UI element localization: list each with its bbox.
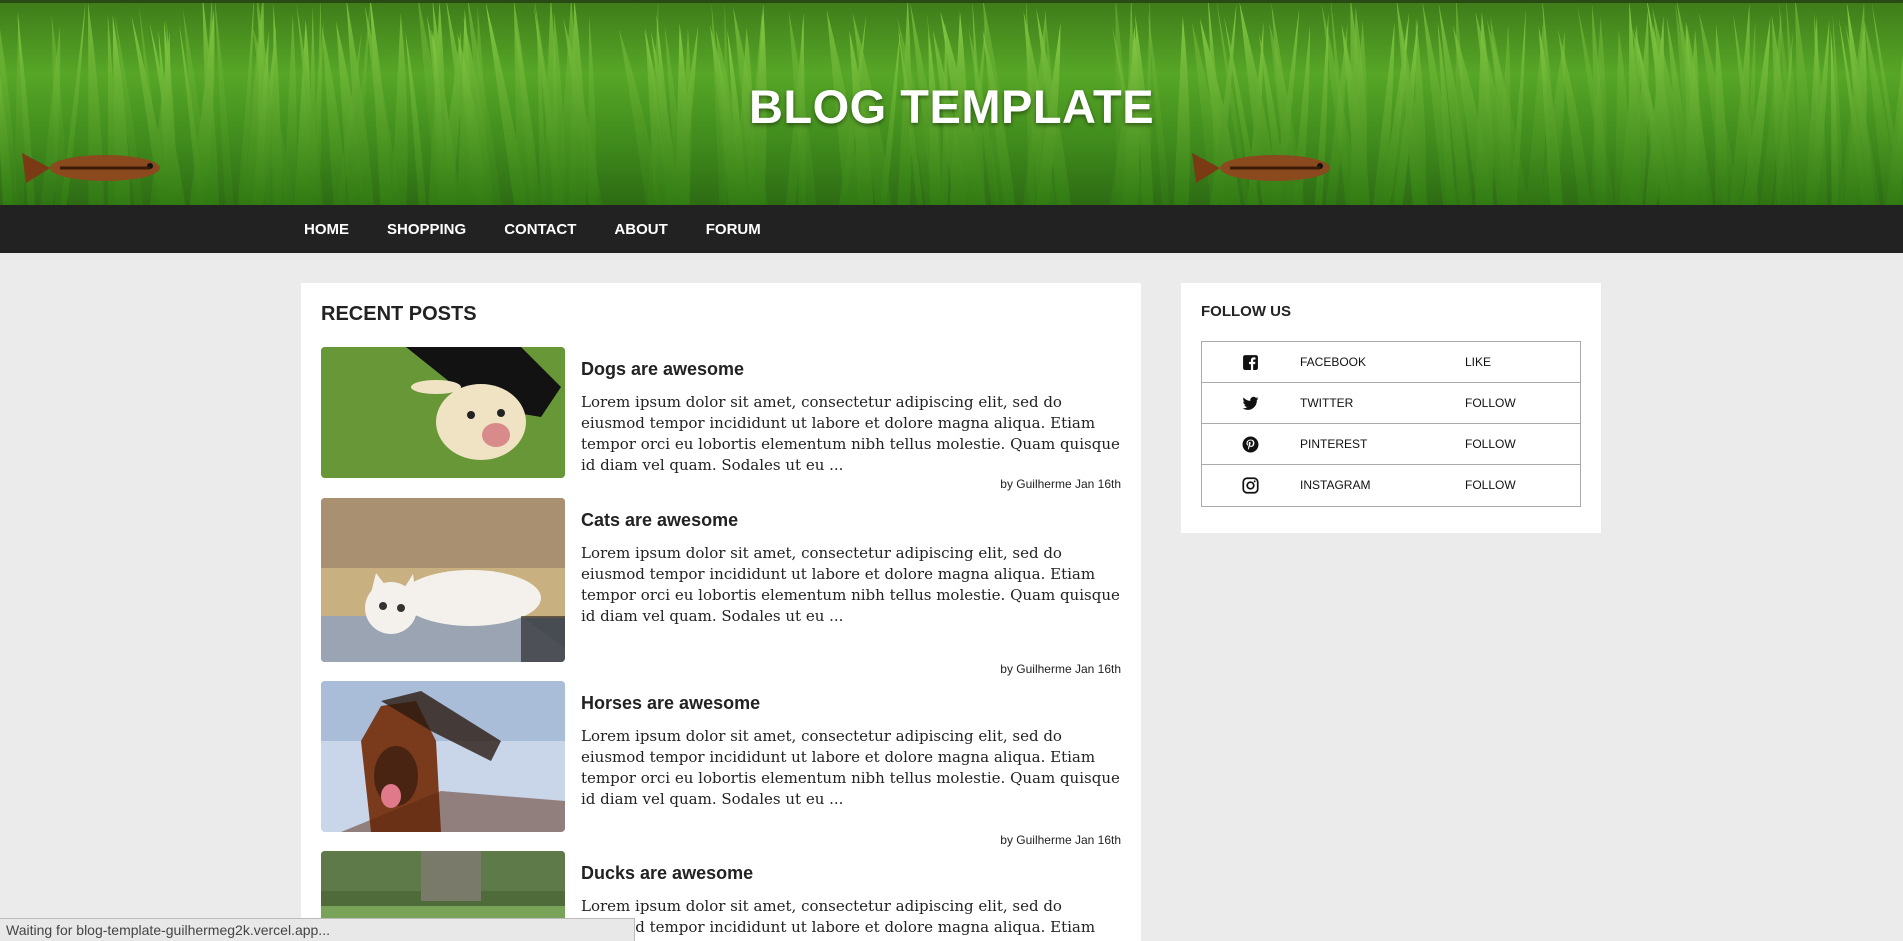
post-title[interactable]: Cats are awesome [581,510,1121,531]
main-nav: HOME SHOPPING CONTACT ABOUT FORUM [0,205,1903,253]
site-title: BLOG TEMPLATE [748,80,1155,133]
follow-us-heading: FOLLOW US [1201,303,1291,320]
post-excerpt: Lorem ipsum dolor sit amet, consectetur … [581,727,1120,808]
nav-shopping[interactable]: SHOPPING [383,221,470,238]
social-action[interactable]: LIKE [1465,355,1491,369]
browser-status-bar: Waiting for blog-template-guilhermeg2k.v… [0,918,635,941]
social-action[interactable]: FOLLOW [1465,478,1516,492]
post-title[interactable]: Horses are awesome [581,693,1121,714]
social-action[interactable]: FOLLOW [1465,396,1516,410]
post-meta: by Guilherme Jan 16th [1000,477,1121,491]
post-title[interactable]: Dogs are awesome [581,359,1121,380]
recent-posts-heading: RECENT POSTS [321,303,477,325]
social-name: FACEBOOK [1300,355,1367,369]
post-item[interactable]: Cats are awesome Lorem ipsum dolor sit a… [321,498,1121,676]
nav-about[interactable]: ABOUT [610,221,671,238]
social-row-pinterest[interactable]: PINTEREST FOLLOW [1202,424,1580,465]
pinterest-icon [1242,436,1259,453]
post-title[interactable]: Ducks are awesome [581,863,1121,884]
instagram-icon [1242,477,1259,494]
nav-home[interactable]: HOME [300,221,353,238]
social-links-table: FACEBOOK LIKE TWITTER FOLLOW PINTEREST F… [1201,341,1581,507]
post-excerpt: Lorem ipsum dolor sit amet, consectetur … [581,544,1120,625]
nav-contact[interactable]: CONTACT [500,221,580,238]
post-thumbnail-cat[interactable] [321,498,565,662]
social-row-twitter[interactable]: TWITTER FOLLOW [1202,383,1580,424]
facebook-icon [1243,355,1258,370]
post-item[interactable]: Dogs are awesome Lorem ipsum dolor sit a… [321,347,1121,491]
social-name: TWITTER [1300,396,1354,410]
header-banner: BLOG TEMPLATE [0,0,1903,205]
post-meta: by Guilherme Jan 16th [1000,833,1121,847]
twitter-icon [1242,396,1259,410]
post-excerpt: Lorem ipsum dolor sit amet, consectetur … [581,393,1120,474]
recent-posts-card: RECENT POSTS Dogs are awesome Lorem ipsu… [301,283,1141,941]
nav-forum[interactable]: FORUM [702,221,765,238]
social-row-instagram[interactable]: INSTAGRAM FOLLOW [1202,465,1580,506]
post-meta: by Guilherme Jan 16th [1000,662,1121,676]
post-thumbnail-dog[interactable] [321,347,565,478]
social-action[interactable]: FOLLOW [1465,437,1516,451]
social-name: INSTAGRAM [1300,478,1371,492]
post-item[interactable]: Horses are awesome Lorem ipsum dolor sit… [321,681,1121,847]
social-name: PINTEREST [1300,437,1368,451]
post-excerpt: Lorem ipsum dolor sit amet, consectetur … [581,897,1096,941]
follow-us-card: FOLLOW US FACEBOOK LIKE TWITTER FOLLOW P… [1181,283,1601,533]
post-thumbnail-horse[interactable] [321,681,565,832]
social-row-facebook[interactable]: FACEBOOK LIKE [1202,342,1580,383]
